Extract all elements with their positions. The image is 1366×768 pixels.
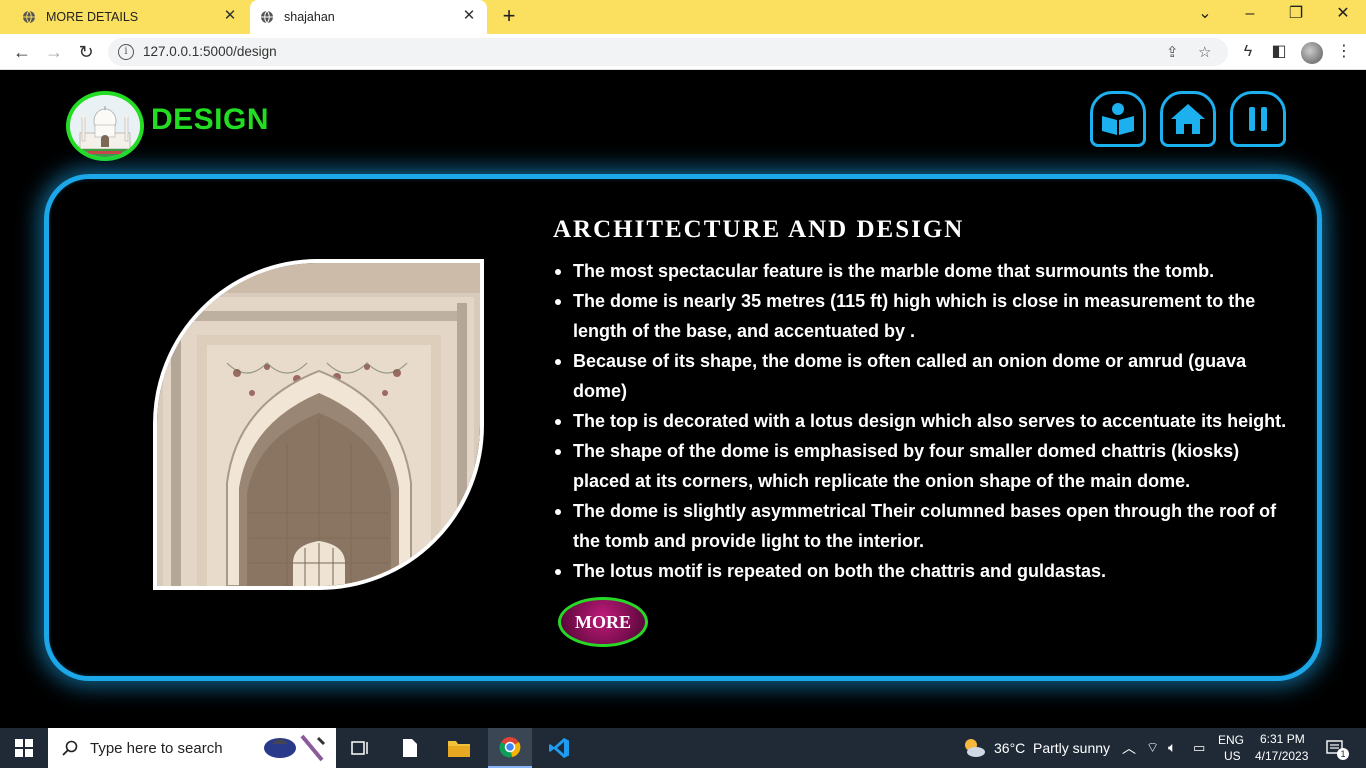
more-button[interactable]: MORE — [558, 597, 648, 647]
close-tab-icon[interactable]: ✕ — [461, 8, 477, 24]
tab-strip: MORE DETAILS ✕ shajahan ✕ + ⌄ – ❐ ✕ — [0, 0, 1366, 34]
weather-desc: Partly sunny — [1033, 740, 1111, 756]
browser-toolbar: ← → ↻ i 127.0.0.1:5000/design ⇪ ☆ ϟ ◧ ⋮ — [0, 34, 1366, 70]
tab-title: shajahan — [284, 10, 335, 24]
file-explorer-icon[interactable] — [440, 728, 478, 768]
weather-temp: 36°C — [994, 740, 1026, 756]
search-icon — [62, 740, 78, 756]
architecture-photo — [153, 259, 484, 590]
url-text: 127.0.0.1:5000/design — [143, 44, 277, 59]
wifi-icon[interactable]: ⌔ — [1146, 739, 1159, 757]
task-view-icon[interactable] — [345, 728, 377, 768]
content-panel: ARCHITECTURE AND DESIGN The most spectac… — [44, 174, 1322, 681]
forward-icon[interactable]: → — [42, 40, 66, 64]
back-icon[interactable]: ← — [10, 40, 34, 64]
language-line1[interactable]: ENG — [1218, 733, 1244, 747]
book-reader-icon[interactable] — [1090, 91, 1146, 147]
close-window-button[interactable]: ✕ — [1333, 4, 1353, 24]
chrome-taskbar-icon[interactable] — [488, 728, 532, 768]
tab-search-chevron-icon[interactable]: ⌄ — [1195, 4, 1215, 24]
list-item: The top is decorated with a lotus design… — [553, 406, 1293, 436]
clock-time[interactable]: 6:31 PM — [1260, 732, 1305, 746]
reload-icon[interactable]: ↻ — [74, 40, 98, 64]
list-item: The lotus motif is repeated on both the … — [553, 556, 1293, 586]
share-icon[interactable]: ⇪ — [1166, 43, 1179, 61]
list-item: Because of its shape, the dome is often … — [553, 346, 1293, 406]
restore-button[interactable]: ❐ — [1286, 4, 1306, 24]
language-line2[interactable]: US — [1224, 749, 1241, 763]
design-points-list: The most spectacular feature is the marb… — [553, 256, 1293, 586]
vscode-icon[interactable] — [540, 728, 578, 768]
menu-kebab-icon[interactable]: ⋮ — [1334, 42, 1354, 62]
weather-icon[interactable] — [960, 728, 988, 768]
profile-avatar[interactable] — [1301, 42, 1323, 64]
new-tab-button[interactable]: + — [498, 5, 520, 27]
side-panel-icon[interactable]: ◧ — [1269, 42, 1289, 62]
volume-icon[interactable]: 🔈︎ — [1168, 739, 1176, 756]
list-item: The most spectacular feature is the marb… — [553, 256, 1293, 286]
globe-icon — [260, 10, 274, 24]
extension-icon[interactable]: ϟ — [1238, 42, 1258, 62]
page-body: DESIGN ARCHITECTURE AND DESIGN The most … — [0, 71, 1366, 728]
battery-icon[interactable]: ▭ — [1193, 740, 1205, 756]
notification-icon[interactable]: 1 — [1322, 728, 1350, 768]
section-heading: ARCHITECTURE AND DESIGN — [553, 216, 965, 243]
taj-mahal-logo — [66, 91, 144, 161]
windows-start-icon[interactable] — [0, 728, 48, 768]
home-icon[interactable] — [1160, 91, 1216, 147]
notification-count-badge: 1 — [1337, 748, 1349, 760]
list-item: The dome is slightly asymmetrical Their … — [553, 496, 1293, 556]
file-icon[interactable] — [394, 728, 426, 768]
chevron-up-icon[interactable]: ︿ — [1122, 738, 1136, 758]
list-item: The dome is nearly 35 metres (115 ft) hi… — [553, 286, 1293, 346]
bookmark-star-icon[interactable]: ☆ — [1198, 43, 1211, 61]
close-tab-icon[interactable]: ✕ — [222, 8, 238, 24]
tab-more-details[interactable]: MORE DETAILS ✕ — [8, 0, 248, 34]
windows-taskbar: Type here to search 36°C Partly sunny ︿ … — [0, 728, 1366, 768]
tab-title: MORE DETAILS — [46, 10, 139, 24]
address-bar[interactable]: i 127.0.0.1:5000/design ⇪ ☆ — [108, 38, 1228, 66]
globe-icon — [22, 10, 36, 24]
list-item: The shape of the dome is emphasised by f… — [553, 436, 1293, 496]
page-logo-title: DESIGN — [151, 103, 270, 136]
taskbar-search-box[interactable]: Type here to search — [48, 728, 336, 768]
site-info-icon[interactable]: i — [118, 44, 134, 60]
minimize-button[interactable]: – — [1240, 4, 1260, 24]
tab-shajahan[interactable]: shajahan ✕ — [250, 0, 487, 34]
clock-date[interactable]: 4/17/2023 — [1255, 749, 1308, 763]
search-placeholder: Type here to search — [90, 739, 223, 757]
pause-icon[interactable] — [1230, 91, 1286, 147]
search-highlight-icon — [262, 732, 332, 768]
